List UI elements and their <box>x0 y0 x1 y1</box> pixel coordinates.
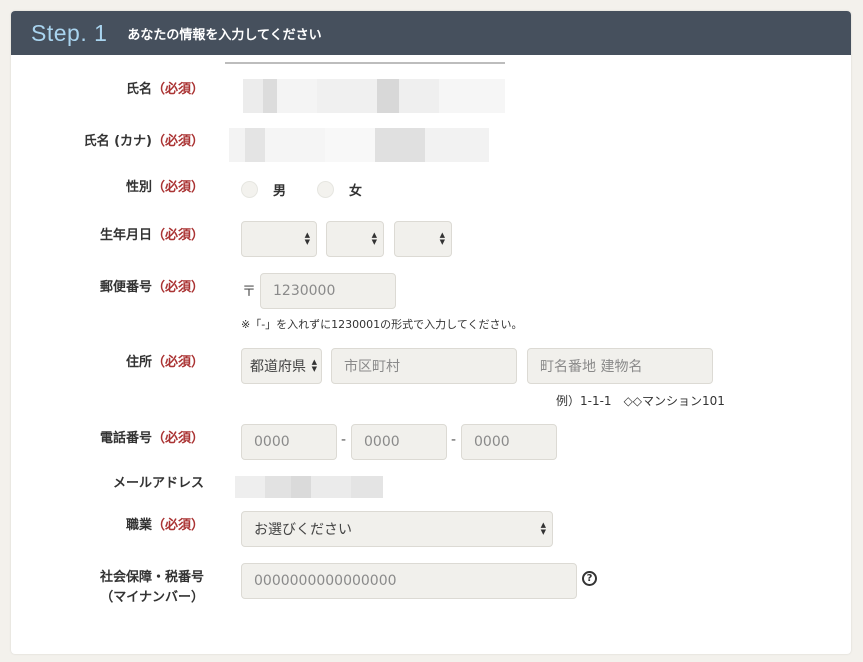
phone-part1-input[interactable]: 0000 <box>241 424 337 460</box>
divider <box>225 62 505 64</box>
form-card: Step. 1 あなたの情報を入力してください 氏名（必須） 氏名 (カナ)（必… <box>11 11 851 654</box>
postal-note: ※「-」を入れずに1230001の形式で入力してください。 <box>241 318 523 331</box>
name-value-blurred <box>243 79 505 113</box>
phone-separator: - <box>341 432 347 448</box>
kana-value-blurred <box>229 128 489 162</box>
phone-separator: - <box>451 432 457 448</box>
updown-icon: ▲ ▼ <box>439 231 445 246</box>
phone-part2-input[interactable]: 0000 <box>351 424 447 460</box>
birth-day-select[interactable]: ▲ ▼ <box>394 221 452 257</box>
birth-month-select[interactable]: ▲ ▼ <box>326 221 384 257</box>
updown-icon: ▲ ▼ <box>540 521 546 536</box>
job-select[interactable]: お選びください ▲ ▼ <box>241 511 553 547</box>
city-input[interactable]: 市区町村 <box>331 348 517 384</box>
postal-code-input[interactable]: 1230000 <box>260 273 396 309</box>
email-value-blurred <box>235 476 383 498</box>
address-example: 例）1-1-1 ◇◇マンション101 <box>556 394 725 408</box>
form-title: あなたの情報を入力してください <box>127 27 322 43</box>
help-icon[interactable]: ? <box>582 571 597 586</box>
form-header: Step. 1 あなたの情報を入力してください <box>11 11 851 55</box>
phone-part3-input[interactable]: 0000 <box>461 424 557 460</box>
gender-female-radio[interactable] <box>317 181 334 198</box>
gender-male-label: 男 <box>273 184 287 199</box>
birth-year-select[interactable]: ▲ ▼ <box>241 221 317 257</box>
updown-icon: ▲ ▼ <box>311 358 317 373</box>
prefecture-select[interactable]: 都道府県 ▲ ▼ <box>241 348 322 384</box>
gender-female-label: 女 <box>349 184 363 199</box>
gender-male-radio[interactable] <box>241 181 258 198</box>
step-number: Step. 1 <box>31 19 108 46</box>
street-input[interactable]: 町名番地 建物名 <box>527 348 713 384</box>
mynumber-input[interactable]: 0000000000000000 <box>241 563 577 599</box>
updown-icon: ▲ ▼ <box>371 231 377 246</box>
postal-mark: 〒 <box>242 284 256 300</box>
updown-icon: ▲ ▼ <box>304 231 310 246</box>
